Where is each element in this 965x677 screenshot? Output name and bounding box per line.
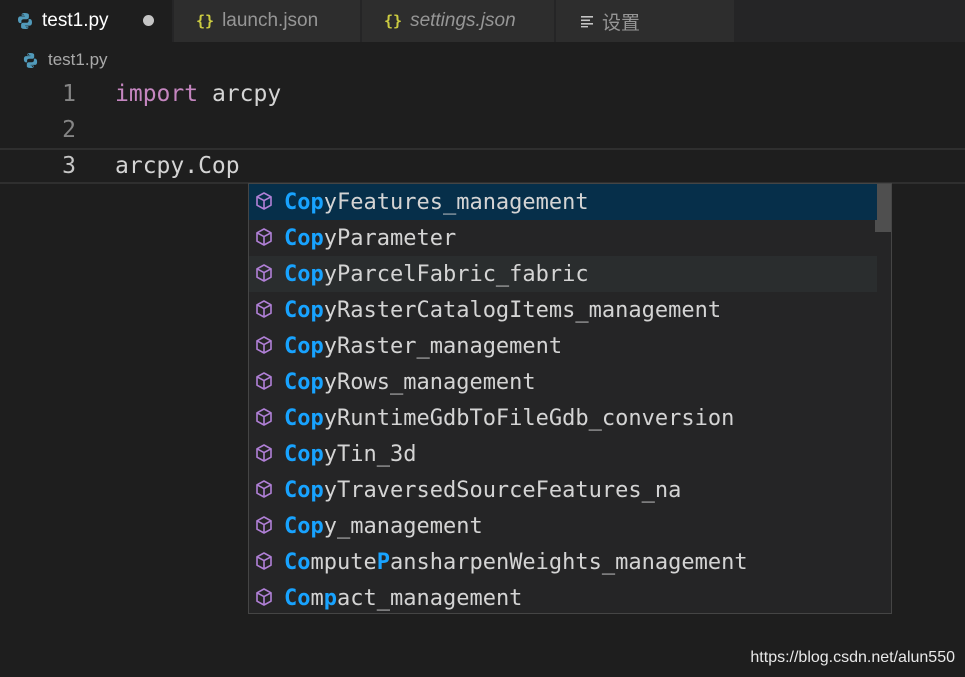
suggestion-text: ansharpenWeights_management: [389, 549, 748, 575]
line-code[interactable]: import arcpy: [115, 76, 281, 112]
watermark: https://blog.csdn.net/alun550: [750, 649, 955, 666]
match-highlight: p: [323, 585, 337, 611]
cube-method-icon: [254, 263, 276, 285]
match-highlight: Cop: [284, 513, 324, 539]
breadcrumb-file[interactable]: test1.py: [48, 50, 108, 70]
cube-method-icon: [254, 371, 276, 393]
suggestion-item[interactable]: Cop yTin_3d: [249, 436, 877, 472]
suggestion-item[interactable]: Co mpute PansharpenWeights_management: [249, 544, 877, 580]
cube-method-icon: [254, 479, 276, 501]
tab-label: 设置: [602, 12, 641, 34]
tab-settings-ui[interactable]: 设置: [556, 0, 734, 42]
line-number: 1: [62, 81, 76, 107]
suggestion-item[interactable]: Cop yRaster_management: [249, 328, 877, 364]
suggestion-item[interactable]: Cop yParcelFabric_fabric: [249, 256, 877, 292]
match-highlight: Co: [284, 549, 311, 575]
suggestion-item[interactable]: Cop yFeatures_management: [249, 184, 877, 220]
line-code[interactable]: arcpy.Cop: [115, 150, 240, 182]
suggestion-item[interactable]: Co m p act_management: [249, 580, 877, 613]
tab-bar: test1.py {} launch.json {} settings.json…: [0, 0, 965, 42]
json-braces-icon: {}: [384, 12, 403, 30]
cube-method-icon: [254, 227, 276, 249]
cube-method-icon: [254, 443, 276, 465]
tab-settings-json[interactable]: {} settings.json: [362, 0, 554, 42]
match-highlight: Cop: [284, 225, 324, 251]
suggestion-text: yRasterCatalogItems_management: [323, 297, 722, 323]
python-icon: [16, 12, 34, 30]
scrollbar-thumb[interactable]: [875, 184, 891, 232]
match-highlight: Cop: [284, 189, 324, 215]
suggestion-item[interactable]: Cop yParameter: [249, 220, 877, 256]
code-line-2[interactable]: 2: [0, 112, 965, 148]
json-braces-icon: {}: [196, 12, 215, 30]
suggestion-item[interactable]: Cop y_management: [249, 508, 877, 544]
match-highlight: Co: [284, 585, 311, 611]
suggestion-text: yParameter: [323, 225, 457, 251]
match-highlight: Cop: [284, 477, 324, 503]
suggestion-item[interactable]: Cop yRuntimeGdbToFileGdb_conversion: [249, 400, 877, 436]
match-highlight: Cop: [284, 369, 324, 395]
match-highlight: Cop: [284, 297, 324, 323]
suggestion-text: yRows_management: [323, 369, 536, 395]
suggestion-text: y_management: [323, 513, 483, 539]
suggestion-text: act_management: [337, 585, 523, 611]
cube-method-icon: [254, 551, 276, 573]
code-line-3[interactable]: 3 arcpy.Cop: [0, 148, 965, 184]
tab-label: launch.json: [222, 10, 319, 31]
tab-label: test1.py: [42, 10, 109, 31]
suggestion-scrollbar[interactable]: [875, 184, 891, 613]
match-highlight: P: [376, 549, 390, 575]
cube-method-icon: [254, 299, 276, 321]
match-highlight: Cop: [284, 333, 324, 359]
suggestion-text: yTraversedSourceFeatures_na: [323, 477, 682, 503]
line-number: 3: [62, 153, 76, 179]
suggestion-widget[interactable]: Cop yFeatures_management Cop yParameter Cop y…: [248, 183, 892, 614]
suggestion-text: yRuntimeGdbToFileGdb_conversion: [323, 405, 735, 431]
cube-method-icon: [254, 191, 276, 213]
match-highlight: Cop: [284, 441, 324, 467]
suggestion-text: yRaster_management: [323, 333, 563, 359]
unsaved-dot-icon[interactable]: [143, 15, 154, 26]
code-line-1[interactable]: 1 import arcpy: [0, 76, 965, 112]
suggestion-text: yParcelFabric_fabric: [323, 261, 589, 287]
match-highlight: Cop: [284, 261, 324, 287]
suggestion-text: mpute: [310, 549, 377, 575]
cube-method-icon: [254, 515, 276, 537]
suggestion-item[interactable]: Cop yTraversedSourceFeatures_na: [249, 472, 877, 508]
suggestion-text: yTin_3d: [323, 441, 417, 467]
tab-test1-py[interactable]: test1.py: [0, 0, 172, 42]
cube-method-icon: [254, 587, 276, 609]
tab-label: settings.json: [410, 10, 516, 31]
suggestion-text: yFeatures_management: [323, 189, 589, 215]
breadcrumb[interactable]: test1.py: [22, 48, 108, 72]
code-token: arcpy: [198, 81, 282, 107]
settings-lines-icon: [580, 14, 594, 28]
suggestion-item[interactable]: Cop yRasterCatalogItems_management: [249, 292, 877, 328]
code-token: arcpy.Cop: [115, 153, 240, 179]
tab-launch-json[interactable]: {} launch.json: [174, 0, 360, 42]
keyword-token: import: [115, 81, 199, 107]
cube-method-icon: [254, 335, 276, 357]
match-highlight: Cop: [284, 405, 324, 431]
python-icon: [22, 52, 39, 69]
suggestion-item[interactable]: Cop yRows_management: [249, 364, 877, 400]
cube-method-icon: [254, 407, 276, 429]
line-number: 2: [62, 117, 76, 143]
suggestion-text: m: [310, 585, 324, 611]
